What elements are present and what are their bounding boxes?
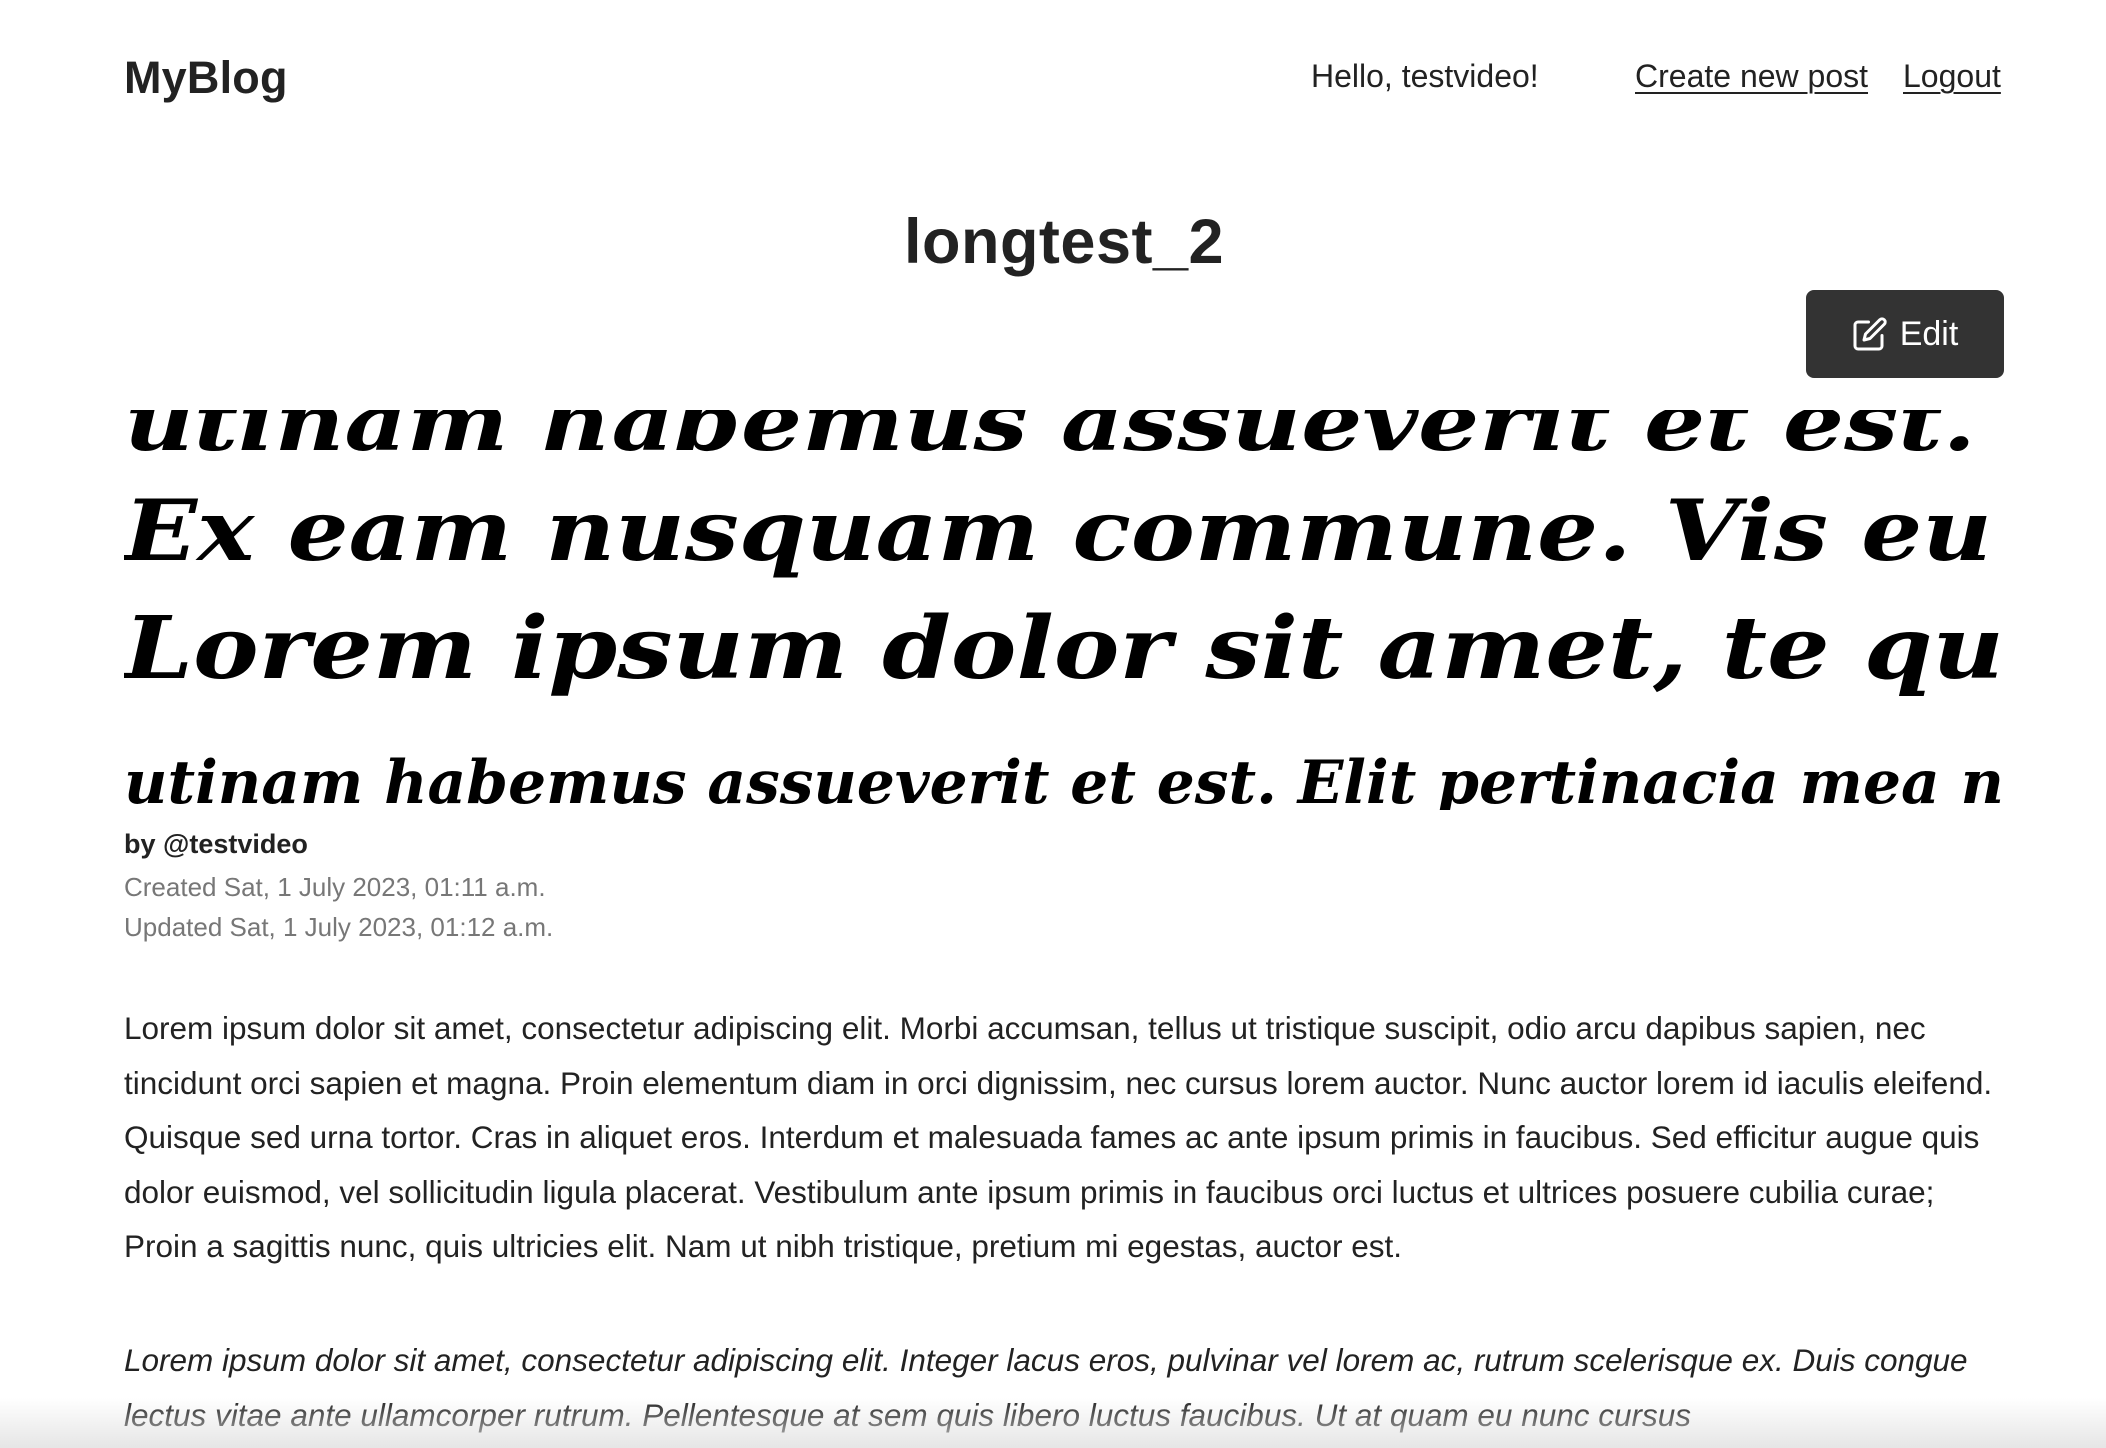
post-paragraph: Lorem ipsum dolor sit amet, consectetur … [124,1010,1993,1264]
edit-button[interactable]: Edit [1806,290,2004,378]
post-author: by @testvideo [124,829,308,859]
logout-link[interactable]: Logout [1903,58,2001,95]
image-line-1: utinam habemus assueverit et est. [124,410,1976,469]
page: MyBlog Hello, testvideo! Create new post… [124,0,2004,1448]
site-logo[interactable]: MyBlog [124,52,288,104]
post-paragraph-italic: Lorem ipsum dolor sit amet, consectetur … [124,1342,1968,1433]
site-header: MyBlog Hello, testvideo! Create new post… [124,0,2004,156]
create-post-link[interactable]: Create new post [1635,58,1868,95]
edit-button-label: Edit [1899,314,1959,353]
pencil-square-icon [1852,316,1888,352]
post-title: longtest_2 [903,207,1225,277]
image-line-3: Lorem ipsum dolor sit amet, te qu [124,598,2004,699]
image-line-4: utinam habemus assueverit et est. Elit p… [124,748,2004,810]
post-updated-date: Updated Sat, 1 July 2023, 01:12 a.m. [124,912,554,942]
post-created-date: Created Sat, 1 July 2023, 01:11 a.m. [124,872,546,902]
user-greeting: Hello, testvideo! [1311,58,1539,94]
post-cover-image: utinam habemus assueverit et est. Ex eam… [124,410,2004,810]
image-line-2: Ex eam nusquam commune. Vis eu [124,481,1992,580]
